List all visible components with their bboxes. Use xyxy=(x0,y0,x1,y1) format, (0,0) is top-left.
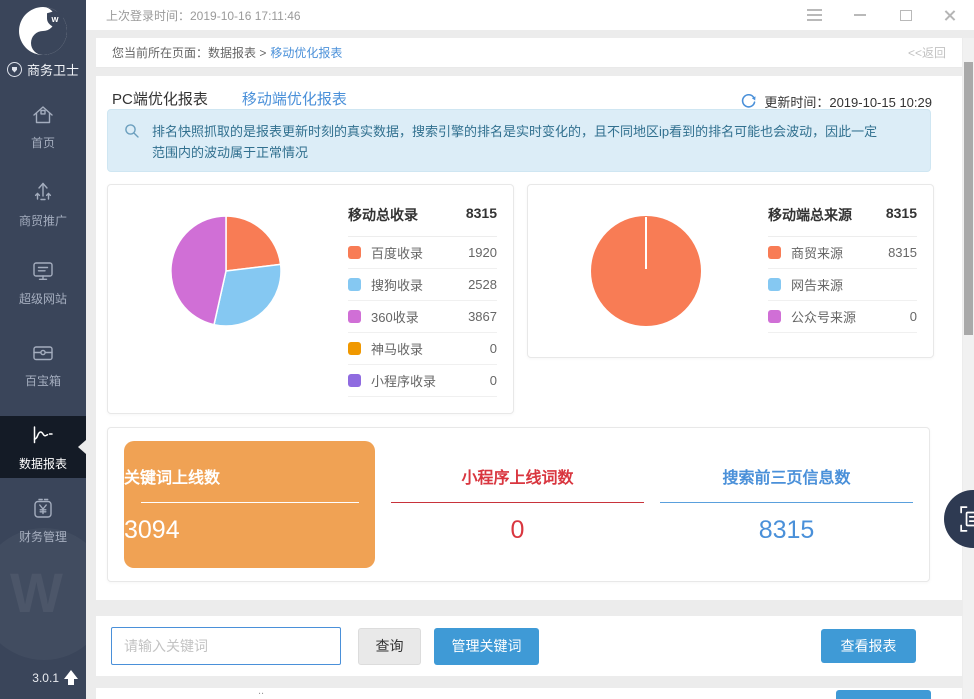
stat-divider xyxy=(141,502,359,503)
stat-label: 搜索前三页信息数 xyxy=(722,470,850,487)
mobile-source-pie-chart xyxy=(586,211,706,331)
sidebar-item-label: 首页 xyxy=(0,134,86,151)
keyword-toolbar: 查询 管理关键词 查看报表 xyxy=(96,616,962,676)
stat-label: 关键词上线数 xyxy=(124,464,375,488)
version-text: 3.0.1 xyxy=(32,671,59,685)
partial-button xyxy=(836,690,931,699)
stat-value: 3094 xyxy=(124,516,375,545)
legend-item: 公众号来源 0 xyxy=(768,301,917,333)
legend-title-row: 移动端总来源 8315 xyxy=(768,205,917,237)
legend-item: 神马收录 0 xyxy=(348,333,497,365)
search-icon xyxy=(124,123,140,139)
titlebar: 上次登录时间：2019-10-16 17:11:46 xyxy=(86,0,974,31)
notice-banner: 排名快照抓取的是报表更新时刻的真实数据，搜索引擎的排名是实时变化的，且不同地区i… xyxy=(107,109,931,172)
update-arrow-icon[interactable] xyxy=(64,670,78,679)
stat-keywords-online: 关键词上线数 3094 xyxy=(124,441,375,568)
legend-item: 360收录 3867 xyxy=(348,301,497,333)
stats-card: 关键词上线数 3094 小程序上线词数 0 搜索前三页信息数 8315 xyxy=(107,427,930,582)
maximize-icon[interactable] xyxy=(898,7,914,23)
legend-swatch xyxy=(348,374,361,387)
partial-text: .. xyxy=(258,685,264,697)
sidebar-item-label: 百宝箱 xyxy=(0,372,86,389)
sidebar-item-label: 超级网站 xyxy=(0,290,86,307)
legend-swatch xyxy=(348,310,361,323)
app-window: w 商务卫士 首页 商贸推广 超级网站 xyxy=(0,0,974,699)
legend-swatch xyxy=(348,246,361,259)
keyword-input[interactable] xyxy=(111,627,341,665)
notice-text: 排名快照抓取的是报表更新时刻的真实数据，搜索引擎的排名是实时变化的，且不同地区i… xyxy=(108,110,930,163)
legend-title: 移动端总来源 xyxy=(768,205,852,225)
brand-shield-icon xyxy=(7,62,22,77)
breadcrumb-prefix: 您当前所在页面：数据报表 > xyxy=(112,44,266,61)
app-logo-icon: w xyxy=(17,5,69,57)
legend-item: 搜狗收录 2528 xyxy=(348,269,497,301)
window-controls xyxy=(806,7,956,23)
last-login-time: 上次登录时间：2019-10-16 17:11:46 xyxy=(106,7,806,24)
refresh-icon[interactable] xyxy=(740,93,757,110)
mobile-index-pie-chart xyxy=(166,211,286,331)
legend-item: 商贸来源 8315 xyxy=(768,237,917,269)
legend-swatch xyxy=(348,342,361,355)
breadcrumb-current[interactable]: 移动优化报表 xyxy=(270,44,342,61)
version-row: 3.0.1 xyxy=(32,670,78,685)
legend-swatch xyxy=(348,278,361,291)
finance-icon xyxy=(30,496,56,522)
mobile-source-legend: 移动端总来源 8315 商贸来源 8315 网告来源 公众号来源 0 xyxy=(768,205,917,333)
legend-total: 8315 xyxy=(466,205,497,225)
toolbox-icon xyxy=(30,340,56,366)
vertical-scrollbar[interactable] xyxy=(963,38,974,699)
stat-divider xyxy=(391,502,644,503)
legend-swatch xyxy=(768,246,781,259)
legend-swatch xyxy=(768,278,781,291)
stat-label: 小程序上线词数 xyxy=(461,470,573,487)
sidebar: w 商务卫士 首页 商贸推广 超级网站 xyxy=(0,0,86,699)
stat-top3-pages: 搜索前三页信息数 8315 xyxy=(660,464,913,545)
minimize-icon[interactable] xyxy=(852,7,868,23)
query-button[interactable]: 查询 xyxy=(358,628,421,665)
breadcrumb: 您当前所在页面：数据报表 > 移动优化报表 <<返回 xyxy=(96,38,962,68)
legend-swatch xyxy=(768,310,781,323)
stat-value: 8315 xyxy=(660,516,913,545)
stat-miniprogram-words: 小程序上线词数 0 xyxy=(391,464,644,545)
active-item-wedge xyxy=(78,440,86,454)
qr-scan-icon xyxy=(959,505,974,533)
sidebar-item-label: 商贸推广 xyxy=(0,212,86,229)
brand-name: 商务卫士 xyxy=(27,60,79,79)
sidebar-item-label: 数据报表 xyxy=(0,455,86,472)
brand-row: 商务卫士 xyxy=(0,60,86,79)
website-icon xyxy=(30,258,56,284)
home-icon xyxy=(30,102,56,128)
legend-item: 百度收录 1920 xyxy=(348,237,497,269)
back-link[interactable]: <<返回 xyxy=(908,44,946,61)
sidebar-item-promotion[interactable]: 商贸推广 xyxy=(0,180,86,229)
stat-value: 0 xyxy=(391,516,644,545)
main-content: 您当前所在页面：数据报表 > 移动优化报表 <<返回 PC端优化报表 移动端优化… xyxy=(86,30,974,699)
close-icon[interactable] xyxy=(944,9,956,21)
sidebar-item-website[interactable]: 超级网站 xyxy=(0,258,86,307)
legend-title: 移动总收录 xyxy=(348,205,418,225)
manage-keywords-button[interactable]: 管理关键词 xyxy=(434,628,539,665)
scrollbar-thumb[interactable] xyxy=(964,62,973,335)
legend-total: 8315 xyxy=(886,205,917,225)
stat-divider xyxy=(660,502,913,503)
mobile-index-legend: 移动总收录 8315 百度收录 1920 搜狗收录 2528 360收录 386… xyxy=(348,205,497,397)
legend-item: 小程序收录 0 xyxy=(348,365,497,397)
sidebar-item-home[interactable]: 首页 xyxy=(0,102,86,151)
menu-icon[interactable] xyxy=(806,7,822,23)
promotion-icon xyxy=(30,180,56,206)
view-report-button[interactable]: 查看报表 xyxy=(821,629,916,663)
watermark-letter: W xyxy=(10,560,63,625)
mobile-source-chart-card: 移动端总来源 8315 商贸来源 8315 网告来源 公众号来源 0 xyxy=(527,184,934,358)
sidebar-item-reports[interactable]: 数据报表 xyxy=(0,416,86,478)
legend-item: 网告来源 xyxy=(768,269,917,301)
next-section-partial: .. xyxy=(96,688,962,699)
report-chart-icon xyxy=(30,423,56,449)
svg-text:w: w xyxy=(50,14,59,24)
mobile-index-chart-card: 移动总收录 8315 百度收录 1920 搜狗收录 2528 360收录 386… xyxy=(107,184,514,414)
legend-title-row: 移动总收录 8315 xyxy=(348,205,497,237)
sidebar-item-toolbox[interactable]: 百宝箱 xyxy=(0,340,86,389)
